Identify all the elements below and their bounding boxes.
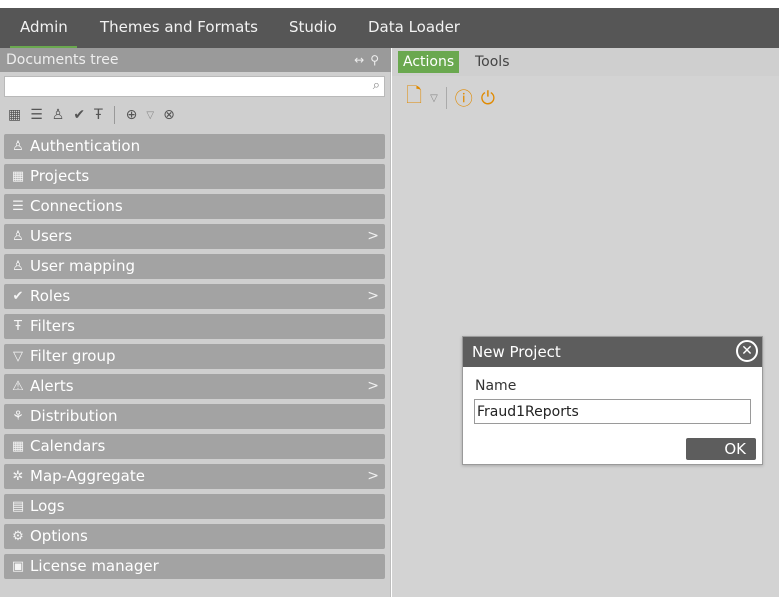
tree-item-alerts[interactable]: ⚠ Alerts > <box>4 374 385 399</box>
alerts-icon: ⚠ <box>12 379 24 394</box>
tree-item-options[interactable]: ⚙ Options <box>4 524 385 549</box>
projects-icon: ▦ <box>11 169 25 184</box>
tree-item-label: Calendars <box>30 437 106 455</box>
tree-item-label: User mapping <box>30 257 135 275</box>
info-icon[interactable]: ⓘ <box>455 85 473 111</box>
app-window: Admin Themes and Formats Studio Data Loa… <box>0 0 779 597</box>
users-icon: ♙ <box>12 229 24 244</box>
tree-search-input[interactable] <box>5 78 360 98</box>
add-icon[interactable]: ⊕ <box>126 107 138 123</box>
project-name-input[interactable] <box>474 399 751 424</box>
tree-item-filters[interactable]: Ŧ Filters <box>4 314 385 339</box>
chevron-right-icon[interactable]: > <box>367 464 379 489</box>
toolbar-separator <box>113 106 115 124</box>
documents-tree-title: Documents tree <box>6 52 119 68</box>
top-nav-bar: Admin Themes and Formats Studio Data Loa… <box>0 8 779 50</box>
filters-icon: Ŧ <box>14 319 22 334</box>
tree-item-label: Filter group <box>30 347 116 365</box>
filters-icon[interactable]: Ŧ <box>94 107 103 123</box>
projects-icon[interactable]: ▦ <box>8 107 21 123</box>
documents-tree-panel: Documents tree ↔⚲ ⌕ ▦ ☰ ♙ ✔ Ŧ ⊕ ▽ ⊗ ♙ Au… <box>0 48 391 597</box>
tree-toolbar: ▦ ☰ ♙ ✔ Ŧ ⊕ ▽ ⊗ <box>8 104 175 126</box>
distribution-icon: ⚘ <box>12 409 24 424</box>
connections-icon: ☰ <box>12 199 24 214</box>
resize-horizontal-icon[interactable]: ↔ <box>354 53 370 67</box>
actions-panel: Actions Tools 🗋 ▽ ⓘ ⏻ <box>392 48 779 597</box>
tree-item-label: Users <box>30 227 73 245</box>
remove-icon[interactable]: ⊗ <box>163 107 175 123</box>
tree-item-projects[interactable]: ▦ Projects <box>4 164 385 189</box>
tree-search-box[interactable]: ⌕ <box>4 76 385 98</box>
authentication-icon: ♙ <box>12 139 24 154</box>
tree-item-label: Map-Aggregate <box>30 467 145 485</box>
tree-item-distribution[interactable]: ⚘ Distribution <box>4 404 385 429</box>
dialog-title: New Project <box>472 343 561 361</box>
tree-item-filter-group[interactable]: ▽ Filter group <box>4 344 385 369</box>
tab-admin[interactable]: Admin <box>10 8 77 50</box>
tree-item-license-manager[interactable]: ▣ License manager <box>4 554 385 579</box>
tree-item-connections[interactable]: ☰ Connections <box>4 194 385 219</box>
connections-icon[interactable]: ☰ <box>30 107 43 123</box>
tab-studio[interactable]: Studio <box>289 8 337 48</box>
tree-item-label: Alerts <box>30 377 74 395</box>
options-icon: ⚙ <box>12 529 24 544</box>
tree-item-label: Distribution <box>30 407 118 425</box>
users-icon[interactable]: ♙ <box>52 107 65 123</box>
name-label: Name <box>475 378 517 394</box>
tab-data-loader[interactable]: Data Loader <box>368 8 460 48</box>
tree-item-label: License manager <box>30 557 159 575</box>
search-icon[interactable]: ⌕ <box>373 78 380 93</box>
new-project-dialog: New Project ✕ Name OK <box>462 336 763 465</box>
chevron-right-icon[interactable]: > <box>367 374 379 399</box>
tree-item-label: Logs <box>30 497 65 515</box>
close-icon[interactable]: ✕ <box>736 340 758 362</box>
tree-item-roles[interactable]: ✔ Roles > <box>4 284 385 309</box>
tree-item-label: Options <box>30 527 88 545</box>
tree-item-label: Roles <box>30 287 71 305</box>
tree-item-label: Connections <box>30 197 123 215</box>
dialog-title-bar: New Project <box>463 337 762 367</box>
pin-icon[interactable]: ⚲ <box>370 53 385 67</box>
user-mapping-icon: ♙ <box>12 259 24 274</box>
new-document-icon[interactable]: 🗋 <box>406 81 422 115</box>
license-manager-icon: ▣ <box>11 559 25 574</box>
right-panel-tabs: Actions Tools <box>392 48 779 76</box>
power-icon[interactable]: ⏻ <box>481 88 495 109</box>
tree-item-label: Authentication <box>30 137 141 155</box>
filter-group-icon: ▽ <box>13 349 23 364</box>
tree-item-map-aggregate[interactable]: ✲ Map-Aggregate > <box>4 464 385 489</box>
tree-item-label: Projects <box>30 167 90 185</box>
toolbar-separator <box>445 87 447 109</box>
roles-icon[interactable]: ✔ <box>73 107 85 123</box>
dropdown-icon[interactable]: ▽ <box>430 93 438 104</box>
actions-toolbar: 🗋 ▽ ⓘ ⏻ <box>406 81 495 115</box>
documents-tree-header: Documents tree ↔⚲ <box>0 48 391 72</box>
chevron-right-icon[interactable]: > <box>367 224 379 249</box>
tree-item-authentication[interactable]: ♙ Authentication <box>4 134 385 159</box>
tree-item-calendars[interactable]: ▦ Calendars <box>4 434 385 459</box>
chevron-right-icon[interactable]: > <box>367 284 379 309</box>
tab-actions[interactable]: Actions <box>398 51 460 73</box>
ok-button[interactable]: OK <box>686 438 756 460</box>
tree-item-logs[interactable]: ▤ Logs <box>4 494 385 519</box>
dropdown-icon[interactable]: ▽ <box>146 110 154 121</box>
logs-icon: ▤ <box>11 499 25 514</box>
tree-item-user-mapping[interactable]: ♙ User mapping <box>4 254 385 279</box>
map-aggregate-icon: ✲ <box>12 469 24 484</box>
tab-themes-and-formats[interactable]: Themes and Formats <box>100 8 258 48</box>
tab-tools[interactable]: Tools <box>470 51 515 73</box>
roles-icon: ✔ <box>12 289 24 304</box>
tree-list: ♙ Authentication ▦ Projects ☰ Connection… <box>4 134 385 584</box>
tree-item-label: Filters <box>30 317 75 335</box>
calendars-icon: ▦ <box>11 439 25 454</box>
tree-item-users[interactable]: ♙ Users > <box>4 224 385 249</box>
